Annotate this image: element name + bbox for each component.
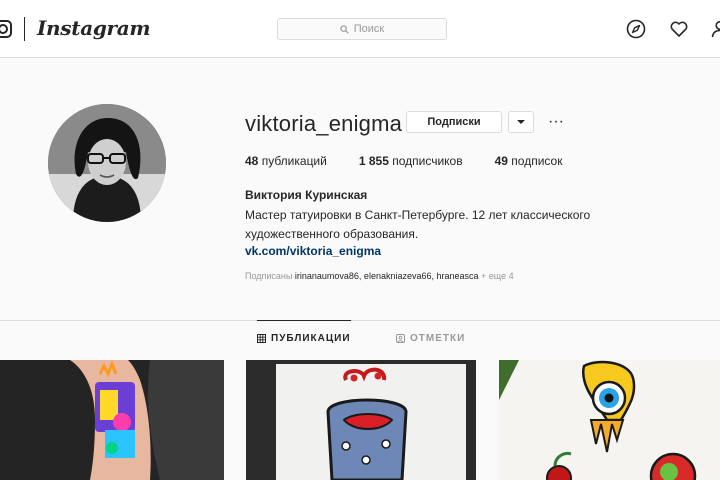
profile-icon[interactable] — [710, 19, 720, 39]
following-count[interactable]: 49 подписок — [495, 154, 563, 168]
post-image — [499, 360, 720, 480]
tab-tagged[interactable]: ОТМЕТКИ — [396, 320, 465, 356]
post-image — [0, 360, 224, 480]
tab-publications[interactable]: ПУБЛИКАЦИИ — [257, 320, 351, 356]
tab-tagged-label: ОТМЕТКИ — [410, 332, 466, 344]
grid-icon — [257, 334, 266, 343]
heart-icon[interactable] — [669, 19, 689, 39]
tab-publications-label: ПУБЛИКАЦИИ — [271, 333, 351, 344]
following-count-label: подписок — [511, 154, 563, 168]
followed-by-users[interactable]: irinanaumova86, elenakniazeva66, hraneas… — [295, 271, 479, 281]
tabs-divider — [0, 320, 720, 321]
posts-grid — [0, 360, 720, 480]
post-thumbnail[interactable] — [499, 360, 720, 480]
profile-avatar[interactable] — [48, 104, 166, 222]
following-count-value: 49 — [494, 154, 508, 168]
top-navigation-bar: Instagram Поиск — [0, 0, 720, 58]
search-input[interactable]: Поиск — [277, 18, 447, 40]
brand-divider — [24, 17, 25, 41]
profile-bio: Мастер татуировки в Санкт-Петербурге. 12… — [245, 208, 591, 241]
profile-stats: 48 публикаций 1 855 подписчиков 49 подпи… — [245, 154, 594, 168]
followers-count[interactable]: 1 855 подписчиков — [359, 154, 463, 168]
followed-by-info: Подписаны irinanaumova86, elenakniazeva6… — [245, 271, 514, 281]
tag-icon — [396, 333, 405, 343]
post-thumbnail[interactable] — [0, 360, 224, 480]
explore-compass-icon[interactable] — [626, 19, 646, 39]
profile-full-name: Виктория Куринская — [245, 188, 368, 202]
posts-count: 48 публикаций — [245, 154, 327, 168]
followers-count-label: подписчиков — [392, 154, 463, 168]
chevron-down-icon — [517, 120, 525, 124]
instagram-logo[interactable]: Instagram — [37, 16, 151, 40]
post-thumbnail[interactable] — [246, 360, 476, 480]
profile-header: viktoria_enigma Подписки ··· 48 публикац… — [0, 58, 720, 320]
followed-by-more[interactable]: + еще 4 — [481, 271, 514, 281]
profile-website-link[interactable]: vk.com/viktoria_enigma — [245, 244, 381, 258]
posts-count-label: публикаций — [261, 154, 327, 168]
posts-count-value: 48 — [245, 154, 259, 168]
profile-username: viktoria_enigma — [245, 111, 403, 136]
more-options-button[interactable]: ··· — [546, 112, 566, 132]
suggestions-dropdown-button[interactable] — [508, 111, 534, 133]
search-icon — [340, 24, 349, 34]
instagram-glyph-icon[interactable] — [0, 20, 12, 38]
search-placeholder: Поиск — [353, 23, 385, 35]
followed-by-prefix: Подписаны — [245, 271, 293, 281]
following-button[interactable]: Подписки — [406, 111, 502, 133]
avatar-photo — [48, 104, 166, 222]
post-image — [246, 360, 476, 480]
followers-count-value: 1 855 — [358, 154, 389, 168]
